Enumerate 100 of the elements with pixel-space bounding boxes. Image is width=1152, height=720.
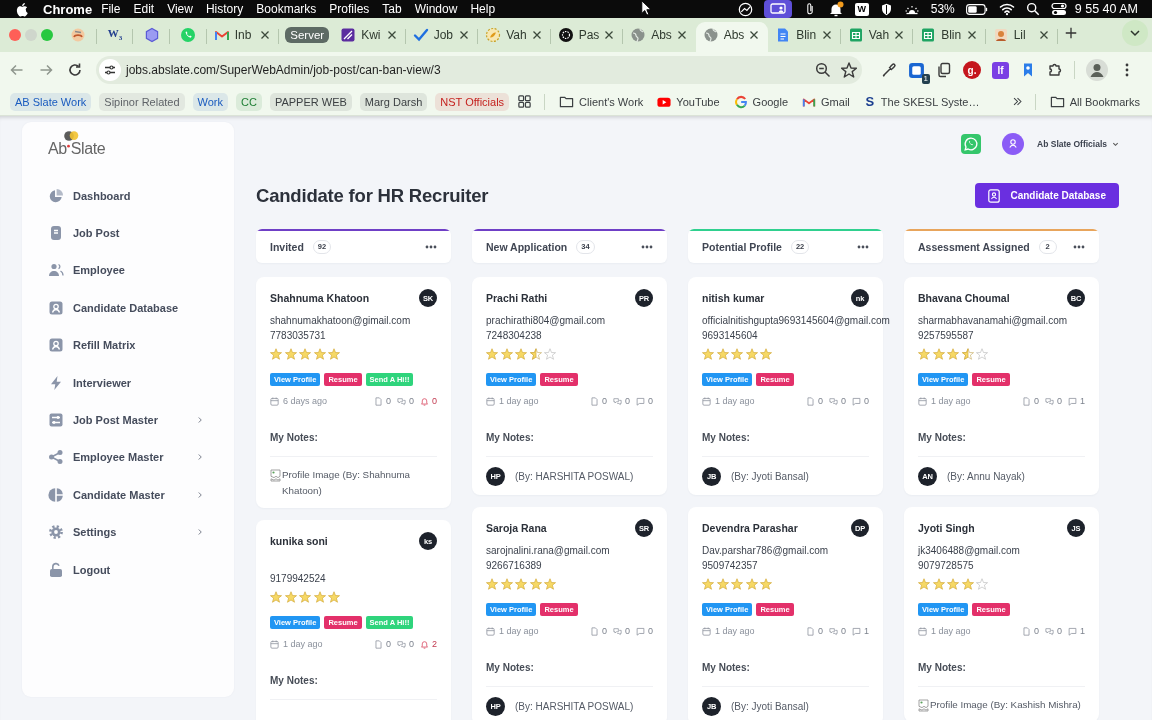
notes-label: My Notes: <box>486 431 534 445</box>
apple-logo-icon[interactable] <box>15 1 28 17</box>
shield-icon[interactable] <box>879 2 893 16</box>
bookmark-link[interactable]: Gmail <box>802 94 850 109</box>
chevron-down-icon[interactable] <box>1112 140 1119 148</box>
sidebar-item[interactable]: Employee <box>26 251 230 290</box>
close-icon[interactable] <box>1039 30 1050 40</box>
browser-tab[interactable]: Abs <box>623 22 696 52</box>
bookmark-group[interactable]: Marg Darsh <box>359 92 428 111</box>
chart-circle-icon[interactable] <box>737 1 753 17</box>
extension-button[interactable]: lf <box>992 61 1009 79</box>
star-icon <box>918 578 930 590</box>
new-tab-icon[interactable] <box>1064 26 1079 40</box>
sidebar-item[interactable]: Candidate Master <box>26 476 230 514</box>
browser-tab[interactable]: Lil <box>985 22 1059 52</box>
close-icon[interactable] <box>749 30 760 40</box>
close-icon[interactable] <box>821 30 832 40</box>
bookmark-group[interactable]: PAPPER WEB <box>269 92 352 111</box>
menu-item[interactable]: Profiles <box>329 2 370 16</box>
candidate-phone: 7783035731 <box>270 329 326 343</box>
extension-tile-icon[interactable] <box>908 61 925 79</box>
menu-item[interactable]: Edit <box>133 2 155 16</box>
browser-tab[interactable]: Abs <box>695 22 769 52</box>
bookmark-group[interactable]: CC <box>236 92 262 111</box>
pinned-tab[interactable]: W$_{3}$ <box>96 22 134 52</box>
address-bar[interactable]: jobs.abslate.com/SuperWebAdmin/job-post/can-ban-view/3 <box>96 56 862 84</box>
menu-item[interactable]: History <box>205 2 244 16</box>
browser-tab[interactable]: Vah <box>478 22 551 52</box>
bookmark-star-icon[interactable] <box>841 62 857 78</box>
chevron-down-icon[interactable] <box>1122 20 1148 46</box>
menu-item[interactable]: Bookmarks <box>256 2 317 16</box>
sidebar-item[interactable]: Job Post <box>26 214 230 252</box>
close-icon[interactable] <box>260 30 271 40</box>
bookmark-link[interactable]: Google <box>733 94 789 109</box>
more-icon[interactable] <box>641 245 653 249</box>
bookmark-link[interactable]: YouTube <box>657 94 720 109</box>
app-logo-tile[interactable]: W <box>854 2 869 16</box>
menu-item[interactable]: Help <box>470 2 496 16</box>
reload-icon[interactable] <box>67 62 83 78</box>
screen-share-icon[interactable] <box>763 0 792 18</box>
bookmark-group[interactable]: AB Slate Work <box>10 92 92 111</box>
bookmark-link[interactable]: S The SKESL Syste… <box>863 94 980 109</box>
bookmark-folder[interactable]: All Bookmarks <box>1049 94 1140 109</box>
app-menu[interactable]: Chrome <box>43 1 93 17</box>
close-icon[interactable] <box>676 30 687 40</box>
wifi-icon[interactable] <box>998 1 1015 17</box>
tab-group-label[interactable]: Server <box>285 27 330 43</box>
search-icon[interactable] <box>1025 2 1040 16</box>
sidebar-item[interactable]: Interviewer <box>26 363 230 402</box>
browser-tab[interactable]: Blin <box>913 22 986 52</box>
extension-button[interactable]: g. <box>963 61 981 79</box>
avatar-icon[interactable] <box>1002 133 1025 155</box>
candidate-email: jk3406488@gmail.com <box>918 544 1020 558</box>
menu-item[interactable]: Tab <box>382 2 402 16</box>
apps-grid-icon[interactable] <box>517 94 533 109</box>
more-icon[interactable] <box>1073 245 1085 249</box>
more-icon[interactable] <box>425 245 437 249</box>
close-icon[interactable] <box>386 30 397 40</box>
document-icon <box>48 225 64 242</box>
close-icon[interactable] <box>966 30 977 40</box>
menu-item[interactable]: View <box>167 2 193 16</box>
browser-tab[interactable]: Blin <box>768 22 841 52</box>
sidebar-item[interactable]: Candidate Database <box>26 289 230 327</box>
candidate-database-button[interactable]: Candidate Database <box>975 183 1119 208</box>
bookmark-group[interactable]: Work <box>192 92 228 111</box>
browser-tab[interactable]: Inb <box>206 22 280 52</box>
sidebar-item[interactable]: Employee Master <box>26 438 230 477</box>
bookmark-folder[interactable]: Client's Work <box>559 94 644 109</box>
site-settings-icon[interactable] <box>99 59 121 81</box>
close-icon[interactable] <box>604 30 615 40</box>
copy-icon[interactable] <box>936 62 952 78</box>
battery-icon[interactable] <box>965 3 988 15</box>
close-icon[interactable] <box>894 30 905 40</box>
bookmark-group[interactable]: NST Officials <box>435 92 510 111</box>
sidebar-item[interactable]: Settings <box>26 513 230 551</box>
candidate-phone: 9509742357 <box>702 559 758 573</box>
counter-value: 0 <box>624 396 630 406</box>
comment-icon <box>852 626 861 636</box>
sidebar-item[interactable]: Refill Matrix <box>26 326 230 364</box>
close-icon[interactable] <box>459 30 470 40</box>
puzzle-icon[interactable] <box>1047 62 1063 78</box>
counter-value: 1 <box>1080 396 1085 406</box>
bookmark-group[interactable]: Sipinor Related <box>99 92 185 111</box>
eyedropper-icon[interactable] <box>881 62 897 78</box>
browser-tab[interactable]: Vah <box>840 22 914 52</box>
sidebar-item[interactable]: Dashboard <box>26 177 230 215</box>
zoom-out-icon[interactable] <box>815 62 831 78</box>
more-icon[interactable] <box>857 245 869 249</box>
browser-tab[interactable]: Job <box>405 22 479 52</box>
browser-tab[interactable]: Pas <box>550 22 624 52</box>
sidebar-item[interactable]: Logout <box>26 550 230 589</box>
control-center-icon[interactable] <box>1050 1 1067 17</box>
profile-avatar-icon[interactable] <box>1086 59 1108 81</box>
close-icon[interactable] <box>531 30 542 40</box>
browser-tab[interactable]: Kwi <box>333 22 406 52</box>
double-chevron-icon[interactable] <box>1011 96 1023 107</box>
menu-item[interactable]: File <box>101 2 121 16</box>
sidebar-item[interactable]: Job Post Master <box>26 401 230 439</box>
account-name[interactable]: Ab Slate Officials <box>1037 139 1107 149</box>
menu-item[interactable]: Window <box>414 2 458 16</box>
